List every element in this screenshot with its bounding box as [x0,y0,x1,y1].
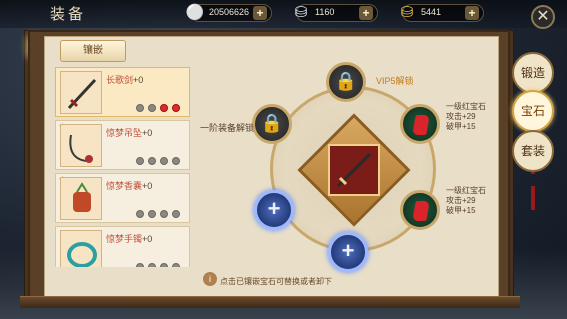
gem-slot-bottom-right[interactable] [400,190,440,230]
add-silver-coin-button[interactable]: + [253,6,267,20]
item-name: 惊梦香囊 [106,181,143,191]
lock-icon: 🔒 [334,71,358,91]
empty-slot-icon [160,157,168,165]
empty-slot-icon [136,104,144,112]
equipped-sword-icon [328,144,380,196]
empty-slot-icon [172,157,180,165]
empty-slot-icon [136,263,144,267]
hint-text: 点击已镶嵌宝石可替换或者卸下 [220,277,332,286]
empty-slot-icon [148,104,156,112]
tab-set[interactable]: 套装 [512,130,554,172]
item-level: +0 [142,234,153,244]
pendant-icon [60,124,102,167]
locked-slot-top[interactable]: 🔒 [326,62,366,102]
red-gem-slot-icon [172,104,180,112]
item-level: +0 [133,75,144,85]
empty-slot-icon [160,210,168,218]
item-name: 惊梦手镯 [106,234,143,244]
locked-slot-left[interactable]: 🔒 [252,104,292,144]
empty-slot-icon [160,263,168,267]
add-silver-ingot-button[interactable]: + [359,6,373,20]
empty-slot-icon [136,157,144,165]
empty-slot-icon [148,263,156,267]
add-gem-button-bottom[interactable]: + [328,232,368,272]
gem-stat: 破甲+15 [446,206,476,215]
gold-ingot-icon: ⛁ [400,4,414,21]
add-gem-button-left[interactable]: + [254,190,294,230]
gem-slot-top-right[interactable] [400,104,440,144]
item-name: 惊梦吊坠 [106,128,143,138]
gem-slots [136,99,184,112]
currency-silver-coin: ⚪ 20506626 + [186,4,272,22]
empty-slot-icon [172,210,180,218]
lock-icon: 🔒 [260,113,284,133]
tassel [531,186,535,210]
currency-silver-ingot: ⛁ 1160 + [295,4,378,22]
gem-stat: 攻击+29 [446,112,476,121]
gem-name: 一级红宝石 [446,186,486,195]
sword-icon [60,71,102,114]
item-name: 长歌剑 [106,75,134,85]
red-gem-slot-icon [160,104,168,112]
gem-slots [136,258,184,267]
info-icon: i [203,272,217,286]
silver-coin-value: 20506626 [209,7,250,17]
gem-stat: 攻击+29 [446,196,476,205]
bracelet-icon [60,230,102,267]
add-gold-ingot-button[interactable]: + [465,6,479,20]
empty-slot-icon [148,157,156,165]
gold-ingot-value: 5441 [421,7,442,17]
sachet-icon [60,177,102,220]
gem-slots [136,152,184,165]
empty-slot-icon [172,263,180,267]
gem-info-bottom-right: 一级红宝石 攻击+29 破甲+15 [446,186,486,216]
silver-ingot-value: 1160 [315,7,335,17]
close-button[interactable]: ✕ [531,5,555,29]
page-title: 装备 [50,5,87,23]
tab-inlay[interactable]: 镶嵌 [60,40,126,62]
red-gem-icon [412,201,430,221]
tab-forge[interactable]: 锻造 [512,52,554,94]
list-item[interactable]: 长歌剑+0 [55,67,190,117]
list-item[interactable]: 惊梦手镯+0 [55,226,190,267]
silver-coin-icon: ⚪ [185,4,205,21]
empty-slot-icon [148,210,156,218]
gem-slots [136,205,184,218]
empty-slot-icon [136,210,144,218]
list-item[interactable]: ★ 惊梦香囊+0 [55,173,190,223]
equipment-list: 长歌剑+0 ★ 惊梦吊坠+0 ★ 惊梦香囊+0 惊梦手镯+0 [55,67,191,267]
vip-unlock-label: VIP5解锁 [376,76,414,86]
list-item[interactable]: ★ 惊梦吊坠+0 [55,120,190,170]
silver-ingot-icon: ⛁ [294,4,308,21]
red-gem-icon [412,115,430,135]
gem-stat: 破甲+15 [446,122,476,131]
rank-unlock-label: 一阶装备解锁 [200,123,255,133]
tab-gem[interactable]: 宝石 [512,90,554,132]
panel-base [20,296,520,308]
gem-info-top-right: 一级红宝石 攻击+29 破甲+15 [446,102,486,132]
currency-gold-ingot: ⛁ 5441 + [401,4,484,22]
item-level: +0 [142,181,153,191]
item-level: +0 [142,128,153,138]
gem-name: 一级红宝石 [446,102,486,111]
